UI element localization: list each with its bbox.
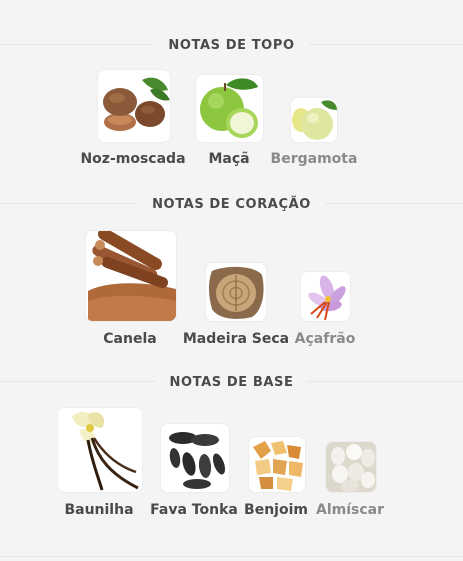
note-name: Canela xyxy=(103,331,157,347)
vanilla-icon xyxy=(57,407,143,493)
saffron-icon xyxy=(300,271,351,322)
apple-icon xyxy=(195,74,264,143)
section-title-top-notes: NOTAS DE TOPO xyxy=(0,34,463,56)
section-label: NOTAS DE CORAÇÃO xyxy=(138,195,325,215)
section-label: NOTAS DE TOPO xyxy=(154,36,309,56)
divider xyxy=(0,556,463,557)
note-name: Açafrão xyxy=(294,331,356,347)
nutmeg-icon xyxy=(97,69,171,143)
note-name: Bergamota xyxy=(270,151,358,167)
section-label: NOTAS DE BASE xyxy=(155,373,308,393)
section-title-base-notes: NOTAS DE BASE xyxy=(0,371,463,393)
bergamot-icon xyxy=(290,97,338,143)
tonka-bean-icon xyxy=(160,423,230,493)
benzoin-icon xyxy=(248,436,306,493)
cinnamon-icon xyxy=(85,230,177,322)
musk-icon xyxy=(325,441,377,493)
dry-wood-icon xyxy=(205,262,267,322)
note-name: Almíscar xyxy=(315,502,384,518)
section-title-heart-notes: NOTAS DE CORAÇÃO xyxy=(0,193,463,215)
